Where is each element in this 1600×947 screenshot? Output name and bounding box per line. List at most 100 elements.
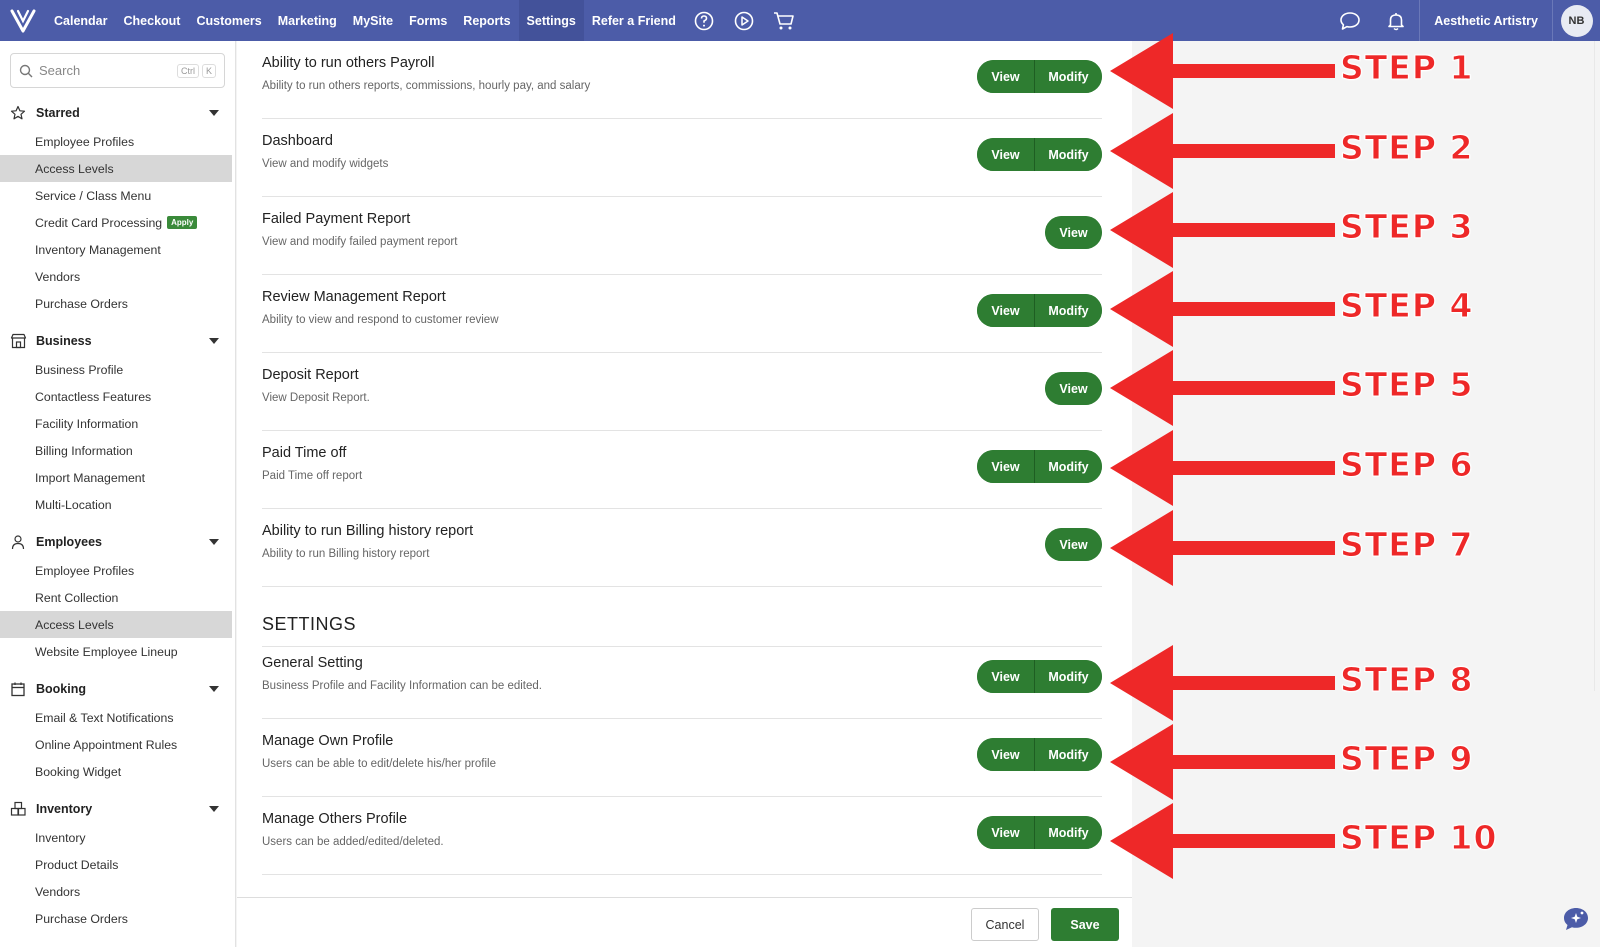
nav-checkout[interactable]: Checkout	[116, 0, 189, 41]
sidebar-item-business-profile[interactable]: Business Profile	[0, 356, 235, 383]
sidebar-item-booking-widget[interactable]: Booking Widget	[0, 758, 235, 785]
modify-button[interactable]: Modify	[1034, 450, 1102, 483]
modify-button[interactable]: Modify	[1034, 138, 1102, 171]
sidebar-item-service-class-menu[interactable]: Service / Class Menu	[0, 182, 235, 209]
permission-description: Paid Time off report	[262, 470, 363, 482]
modify-button[interactable]: Modify	[1034, 294, 1102, 327]
sidebar-group-title: Booking	[36, 682, 86, 696]
sidebar-item-label: Credit Card Processing	[35, 215, 163, 230]
step-label: STEP 2	[1339, 128, 1474, 168]
sidebar-item-inventory-management[interactable]: Inventory Management	[0, 236, 235, 263]
sidebar-item-access-levels[interactable]: Access Levels	[0, 155, 232, 182]
chevron-down-icon[interactable]	[209, 338, 219, 344]
sidebar-group-inventory[interactable]: Inventory	[0, 794, 235, 824]
star-icon	[10, 105, 28, 121]
permission-description: View and modify failed payment report	[262, 236, 458, 248]
vagaro-logo[interactable]	[0, 0, 46, 41]
view-button[interactable]: View	[1045, 528, 1102, 561]
sidebar-item-email-text-notifications[interactable]: Email & Text Notifications	[0, 704, 235, 731]
view-button[interactable]: View	[1045, 216, 1102, 249]
permission-description: Ability to run Billing history report	[262, 548, 430, 560]
assistant-chat-icon[interactable]	[1562, 906, 1590, 932]
sidebar-item-employee-profiles[interactable]: Employee Profiles	[0, 128, 235, 155]
view-button[interactable]: View	[977, 294, 1034, 327]
cancel-button[interactable]: Cancel	[971, 908, 1039, 941]
view-button[interactable]: View	[977, 60, 1034, 93]
modify-button[interactable]: Modify	[1034, 816, 1102, 849]
red-arrow-icon	[1110, 33, 1335, 109]
sidebar-item-purchase-orders[interactable]: Purchase Orders	[0, 905, 235, 932]
permission-toggle-group: View Modify	[977, 450, 1102, 483]
nav-refer-a-friend[interactable]: Refer a Friend	[584, 0, 684, 41]
sidebar-item-rent-collection[interactable]: Rent Collection	[0, 584, 235, 611]
step-annotation: STEP 3	[1110, 190, 1600, 270]
view-button[interactable]: View	[1045, 372, 1102, 405]
red-arrow-icon	[1110, 350, 1335, 426]
sidebar-item-website-employee-lineup[interactable]: Website Employee Lineup	[0, 638, 235, 665]
nav-calendar[interactable]: Calendar	[46, 0, 116, 41]
permission-toggle-group: View Modify	[977, 660, 1102, 693]
red-arrow-icon	[1110, 724, 1335, 800]
chevron-down-icon[interactable]	[209, 686, 219, 692]
sidebar-item-online-appointment-rules[interactable]: Online Appointment Rules	[0, 731, 235, 758]
permission-row: Paid Time off Paid Time off report View …	[262, 431, 1102, 509]
sidebar-group-booking[interactable]: Booking	[0, 674, 235, 704]
permission-title: Dashboard	[262, 133, 333, 149]
play-video-icon[interactable]	[724, 0, 764, 41]
sidebar-group-business[interactable]: Business	[0, 326, 235, 356]
nav-customers[interactable]: Customers	[188, 0, 269, 41]
modify-button[interactable]: Modify	[1034, 738, 1102, 771]
sidebar-item-import-management[interactable]: Import Management	[0, 464, 235, 491]
access-levels-panel: Ability to run others Payroll Ability to…	[237, 41, 1132, 897]
modify-button[interactable]: Modify	[1034, 60, 1102, 93]
chevron-down-icon[interactable]	[209, 539, 219, 545]
chevron-down-icon[interactable]	[209, 806, 219, 812]
view-button[interactable]: View	[977, 738, 1034, 771]
red-arrow-icon	[1110, 510, 1335, 586]
permission-toggle-group: View	[1045, 528, 1102, 561]
permission-row: Manage Own Profile Users can be able to …	[262, 719, 1102, 797]
view-button[interactable]: View	[977, 816, 1034, 849]
permission-toggle-group: View	[1045, 372, 1102, 405]
sidebar-item-facility-information[interactable]: Facility Information	[0, 410, 235, 437]
sidebar-item-purchase-orders[interactable]: Purchase Orders	[0, 290, 235, 317]
nav-reports[interactable]: Reports	[455, 0, 518, 41]
nav-settings[interactable]: Settings	[518, 0, 584, 41]
sidebar-item-access-levels[interactable]: Access Levels	[0, 611, 232, 638]
modify-button[interactable]: Modify	[1034, 660, 1102, 693]
step-annotation: STEP 5	[1110, 348, 1600, 428]
save-button[interactable]: Save	[1051, 908, 1119, 941]
sidebar-item-vendors[interactable]: Vendors	[0, 878, 235, 905]
view-button[interactable]: View	[977, 138, 1034, 171]
permission-description: Users can be added/edited/deleted.	[262, 836, 444, 848]
settings-sidebar: Search Ctrl K Starred Employee Profiles …	[0, 41, 236, 947]
permission-description: Business Profile and Facility Informatio…	[262, 680, 542, 692]
sidebar-item-multi-location[interactable]: Multi-Location	[0, 491, 235, 518]
view-button[interactable]: View	[977, 660, 1034, 693]
apply-badge[interactable]: Apply	[167, 216, 198, 229]
view-button[interactable]: View	[977, 450, 1034, 483]
nav-marketing[interactable]: Marketing	[270, 0, 345, 41]
sidebar-group-starred[interactable]: Starred	[0, 98, 235, 128]
sidebar-item-product-details[interactable]: Product Details	[0, 851, 235, 878]
permission-toggle-group: View Modify	[977, 738, 1102, 771]
sidebar-group-title: Inventory	[36, 802, 93, 816]
sidebar-item-contactless-features[interactable]: Contactless Features	[0, 383, 235, 410]
sidebar-item-inventory[interactable]: Inventory	[0, 824, 235, 851]
red-arrow-icon	[1110, 192, 1335, 268]
search-input[interactable]: Search Ctrl K	[10, 53, 225, 88]
red-arrow-icon	[1110, 430, 1335, 506]
help-icon[interactable]	[684, 0, 724, 41]
sidebar-item-credit-card-processing[interactable]: Credit Card Processing Apply	[0, 209, 235, 236]
sidebar-item-billing-information[interactable]: Billing Information	[0, 437, 235, 464]
sidebar-item-employee-profiles[interactable]: Employee Profiles	[0, 557, 235, 584]
sidebar-group-employees[interactable]: Employees	[0, 527, 235, 557]
cart-icon[interactable]	[764, 0, 804, 41]
step-label: STEP 10	[1339, 818, 1498, 858]
red-arrow-icon	[1110, 803, 1335, 879]
nav-mysite[interactable]: MySite	[345, 0, 401, 41]
chevron-down-icon[interactable]	[209, 110, 219, 116]
sidebar-item-vendors[interactable]: Vendors	[0, 263, 235, 290]
nav-forms[interactable]: Forms	[401, 0, 455, 41]
sidebar-group-title: Starred	[36, 106, 80, 120]
